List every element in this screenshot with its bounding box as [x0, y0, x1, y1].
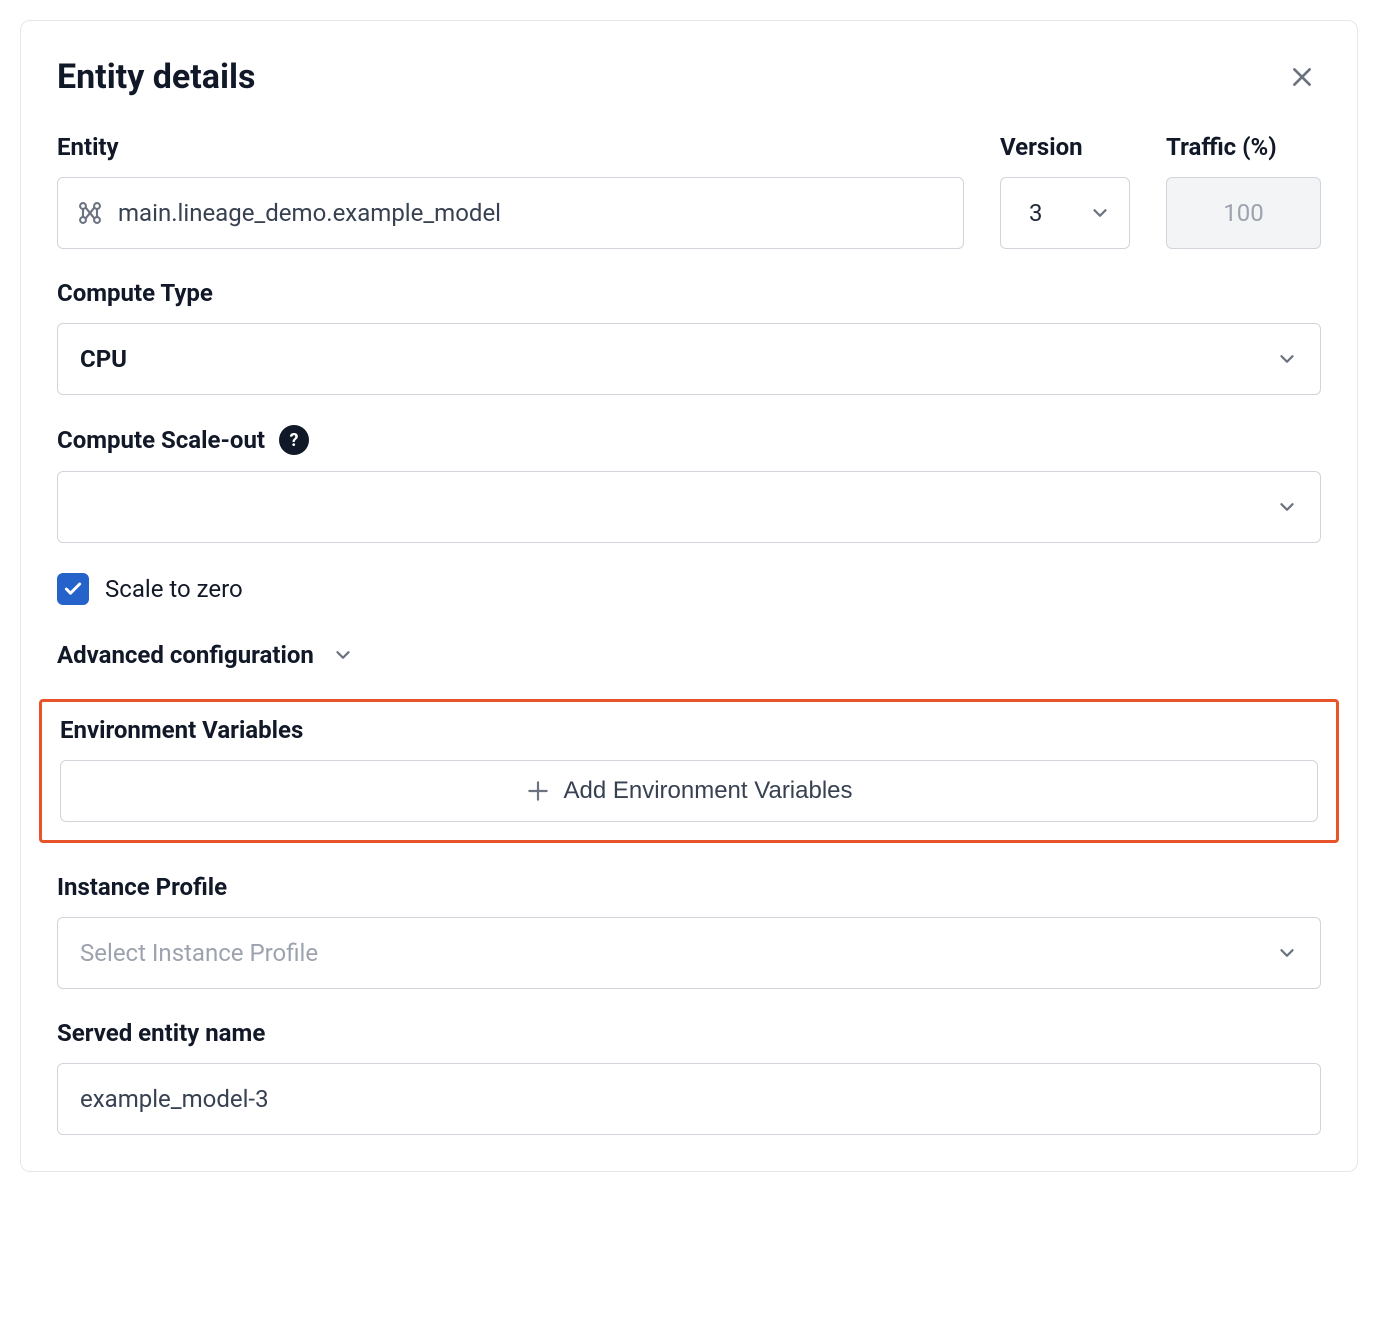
- chevron-down-icon: [1276, 496, 1298, 518]
- close-button[interactable]: [1283, 58, 1321, 96]
- plus-icon: [525, 778, 551, 804]
- entity-input[interactable]: main.lineage_demo.example_model: [57, 177, 964, 249]
- instance-profile-placeholder: Select Instance Profile: [80, 939, 318, 967]
- instance-profile-section: Instance Profile Select Instance Profile: [57, 873, 1321, 989]
- compute-scaleout-select[interactable]: [57, 471, 1321, 543]
- env-vars-highlight: Environment Variables Add Environment Va…: [39, 699, 1339, 843]
- served-entity-name-input[interactable]: [57, 1063, 1321, 1135]
- traffic-label: Traffic (%): [1166, 133, 1321, 161]
- panel-header: Entity details: [57, 57, 1321, 97]
- entity-value: main.lineage_demo.example_model: [118, 199, 501, 227]
- scale-to-zero-checkbox[interactable]: [57, 573, 89, 605]
- instance-profile-label: Instance Profile: [57, 873, 1321, 901]
- add-env-vars-label: Add Environment Variables: [563, 777, 852, 805]
- version-label: Version: [1000, 133, 1130, 161]
- version-field-group: Version 3: [1000, 133, 1130, 249]
- traffic-value: 100: [1223, 199, 1263, 227]
- add-env-vars-button[interactable]: Add Environment Variables: [60, 760, 1318, 822]
- compute-type-section: Compute Type CPU: [57, 279, 1321, 395]
- traffic-input: 100: [1166, 177, 1321, 249]
- compute-scaleout-section: Compute Scale-out ?: [57, 425, 1321, 543]
- compute-scaleout-label-row: Compute Scale-out ?: [57, 425, 1321, 455]
- chevron-down-icon: [1276, 942, 1298, 964]
- close-icon: [1289, 64, 1315, 90]
- help-icon[interactable]: ?: [279, 425, 309, 455]
- check-icon: [63, 579, 83, 599]
- compute-type-label: Compute Type: [57, 279, 1321, 307]
- scale-to-zero-label: Scale to zero: [105, 575, 243, 603]
- instance-profile-select[interactable]: Select Instance Profile: [57, 917, 1321, 989]
- chevron-down-icon: [332, 644, 354, 666]
- entity-details-panel: Entity details Entity: [20, 20, 1358, 1172]
- compute-type-select[interactable]: CPU: [57, 323, 1321, 395]
- env-vars-label: Environment Variables: [60, 716, 1318, 744]
- model-icon: [76, 199, 104, 227]
- version-value: 3: [1029, 199, 1043, 227]
- advanced-config-label: Advanced configuration: [57, 641, 314, 669]
- served-entity-name-section: Served entity name: [57, 1019, 1321, 1135]
- chevron-down-icon: [1276, 348, 1298, 370]
- served-entity-name-label: Served entity name: [57, 1019, 1321, 1047]
- traffic-field-group: Traffic (%) 100: [1166, 133, 1321, 249]
- chevron-down-icon: [1089, 202, 1111, 224]
- version-select[interactable]: 3: [1000, 177, 1130, 249]
- compute-scaleout-label: Compute Scale-out: [57, 426, 265, 454]
- compute-type-value: CPU: [80, 345, 127, 373]
- scale-to-zero-row: Scale to zero: [57, 573, 1321, 605]
- entity-field-group: Entity main.lineage_demo.example_model: [57, 133, 964, 249]
- entity-label: Entity: [57, 133, 964, 161]
- panel-title: Entity details: [57, 57, 255, 97]
- advanced-config-toggle[interactable]: Advanced configuration: [57, 641, 1321, 669]
- top-fields-row: Entity main.lineage_demo.example_model V…: [57, 133, 1321, 249]
